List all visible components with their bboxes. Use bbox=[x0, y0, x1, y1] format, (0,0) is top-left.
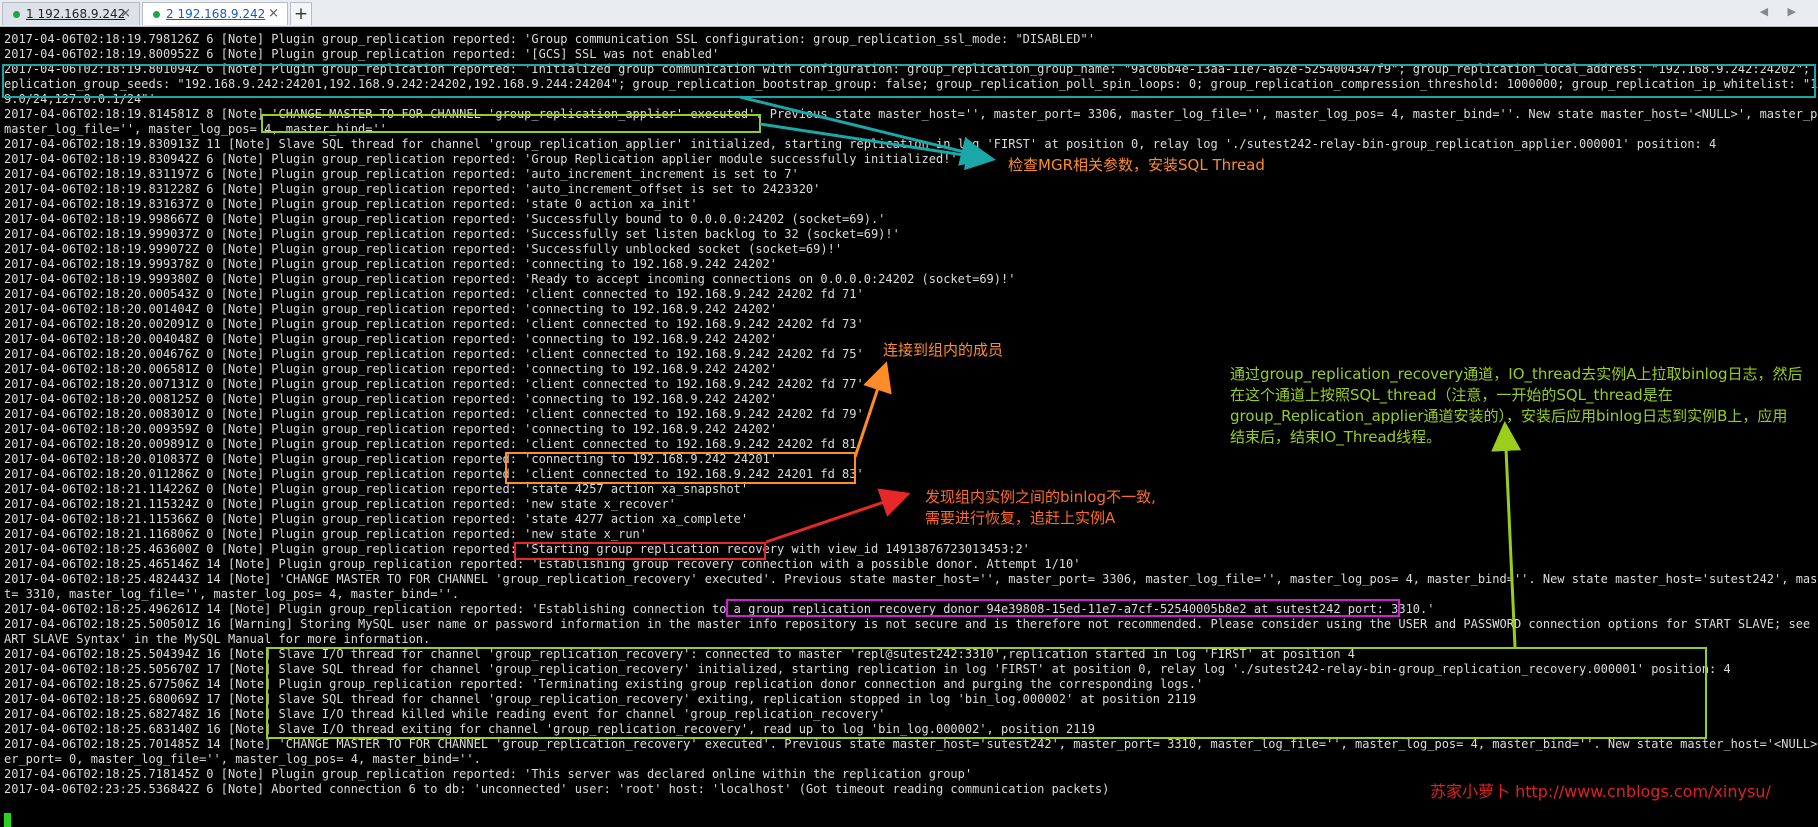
new-tab-button[interactable]: + bbox=[290, 2, 312, 25]
annotation-recovery-process: 通过group_replication_recovery通道，IO_thread… bbox=[1230, 364, 1803, 448]
tab-bar: 1 192.168.9.242 × 2 192.168.9.242 × + ◀ … bbox=[0, 0, 1818, 27]
annotation-line: 发现组内实例之间的binlog不一致, bbox=[925, 488, 1156, 506]
annotation-line: group_Replication_applier通道安装的），安装后应用bin… bbox=[1230, 407, 1788, 425]
connected-status-icon bbox=[13, 10, 20, 18]
annotation-connect-members: 连接到组内的成员 bbox=[883, 341, 1004, 359]
tab-session-1[interactable]: 1 192.168.9.242 × bbox=[2, 2, 140, 25]
annotation-check-mgr-params: 检查MGR相关参数，安装SQL Thread bbox=[1008, 156, 1265, 174]
annotation-line: 需要进行恢复，追赶上实例A bbox=[925, 509, 1116, 527]
annotation-binlog-inconsistent: 发现组内实例之间的binlog不一致, 需要进行恢复，追赶上实例A bbox=[925, 487, 1156, 529]
arrow-recovery-to-note bbox=[765, 488, 911, 544]
arrow-threads-to-note bbox=[1491, 421, 1522, 648]
connected-status-icon bbox=[153, 10, 160, 18]
terminal-window[interactable]: 2017-04-06T02:18:19.798126Z 6 [Note] Plu… bbox=[0, 27, 1818, 827]
tab-label: 2 192.168.9.242 bbox=[166, 7, 266, 21]
close-icon[interactable]: × bbox=[120, 6, 131, 21]
close-icon[interactable]: × bbox=[268, 6, 279, 21]
tab-label: 1 192.168.9.242 bbox=[26, 7, 126, 21]
annotation-line: 在这个通道上按照SQL_thread（注意，一开始的SQL_thread是在 bbox=[1230, 386, 1673, 404]
watermark: 苏家小萝卜 http://www.cnblogs.com/xinysu/ bbox=[1430, 782, 1771, 801]
tab-session-2[interactable]: 2 192.168.9.242 × bbox=[142, 2, 288, 25]
arrow-members-to-note bbox=[853, 361, 892, 458]
tab-scroll-arrows-icon[interactable]: ◀ ▶ bbox=[1760, 5, 1804, 18]
annotation-line: 通过group_replication_recovery通道，IO_thread… bbox=[1230, 365, 1803, 383]
annotation-line: 结束后，结束IO_Thread线程。 bbox=[1230, 428, 1442, 446]
